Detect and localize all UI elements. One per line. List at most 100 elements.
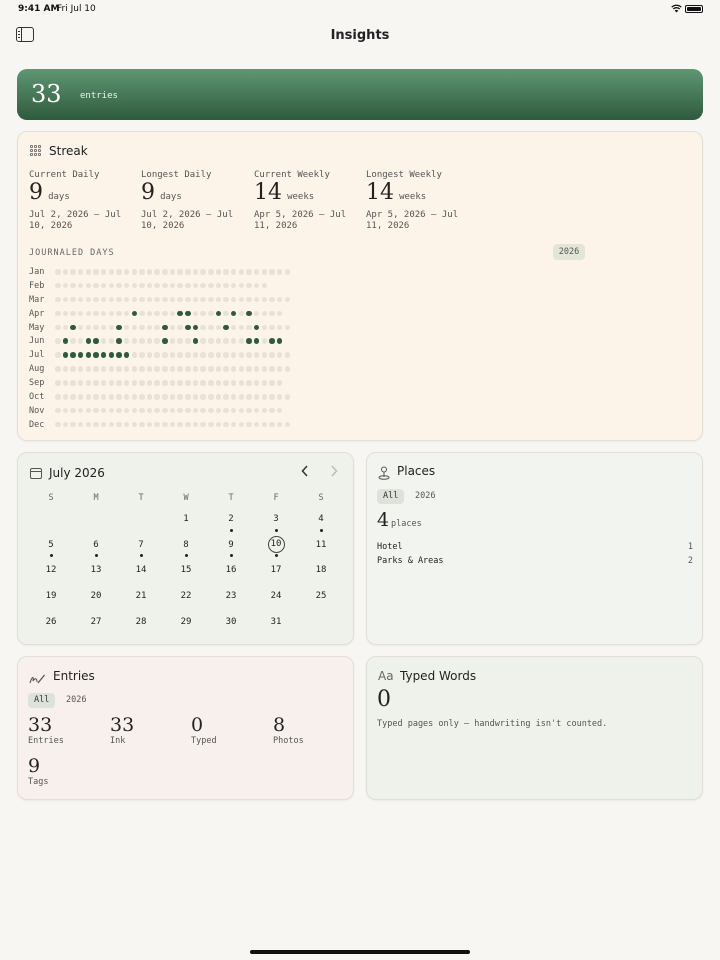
- day-dot: [77, 407, 84, 414]
- calendar-day[interactable]: 24: [266, 587, 286, 605]
- day-dot: [200, 310, 206, 317]
- calendar-day[interactable]: 2: [221, 510, 241, 528]
- day-dot: [185, 310, 191, 317]
- calendar-day[interactable]: 6: [86, 536, 106, 554]
- day-dot: [139, 394, 145, 400]
- calendar-day[interactable]: 30: [221, 613, 241, 631]
- day-dot: [192, 310, 199, 317]
- day-dot: [276, 296, 283, 303]
- calendar-day[interactable]: 23: [221, 587, 241, 605]
- day-dot: [100, 324, 107, 331]
- places-card: Places All 2026 4 places Hotel 1 Parks &…: [366, 452, 703, 645]
- day-dot: [93, 269, 99, 275]
- calendar-day[interactable]: 9: [221, 536, 241, 554]
- year-filter-chip[interactable]: 2026: [553, 244, 585, 260]
- filter-2026[interactable]: 2026: [60, 693, 92, 708]
- day-dot: [100, 310, 107, 317]
- day-dot: [269, 421, 275, 428]
- nav-bar: Insights: [0, 22, 720, 48]
- calendar-day[interactable]: 15: [176, 561, 196, 579]
- calendar-day[interactable]: 3: [266, 510, 286, 528]
- day-dot: [146, 296, 153, 303]
- day-dot: [77, 282, 84, 289]
- day-dot: [177, 269, 183, 275]
- day-dot: [215, 407, 222, 414]
- stat-value: 0: [191, 714, 204, 736]
- calendar-day[interactable]: 13: [86, 561, 106, 579]
- calendar-day[interactable]: 8: [176, 536, 196, 554]
- day-dot: [261, 421, 268, 428]
- place-row[interactable]: Hotel 1: [377, 542, 693, 552]
- day-dot: [108, 421, 115, 428]
- calendar-day[interactable]: 16: [221, 561, 241, 579]
- day-dot: [123, 366, 130, 372]
- calendar-day[interactable]: 21: [131, 587, 151, 605]
- day-dot: [284, 366, 290, 372]
- stat-value: 9: [28, 755, 41, 777]
- calendar-day[interactable]: 22: [176, 587, 196, 605]
- day-dot: [200, 296, 206, 303]
- filter-2026[interactable]: 2026: [409, 489, 441, 504]
- calendar-day[interactable]: 14: [131, 561, 151, 579]
- calendar-day[interactable]: 12: [41, 561, 61, 579]
- day-dot: [116, 394, 122, 400]
- calendar-day[interactable]: 29: [176, 613, 196, 631]
- calendar-day[interactable]: 31: [266, 613, 286, 631]
- day-dot: [261, 338, 268, 344]
- entry-marker: [229, 554, 233, 558]
- day-dot: [70, 296, 76, 303]
- calendar-day[interactable]: 1: [176, 510, 196, 528]
- day-dot: [208, 421, 214, 428]
- entry-marker: [139, 554, 143, 558]
- calendar-day[interactable]: 19: [41, 587, 61, 605]
- day-dot: [261, 380, 268, 386]
- calendar-day[interactable]: 11: [311, 536, 331, 554]
- day-dot: [238, 380, 245, 386]
- day-dot: [192, 269, 199, 275]
- day-dot: [116, 296, 122, 303]
- chevron-left-icon[interactable]: [301, 465, 309, 481]
- map-pin-icon: [378, 465, 390, 484]
- day-dot: [269, 310, 275, 317]
- calendar-day[interactable]: 5: [41, 536, 61, 554]
- day-dot: [276, 338, 283, 344]
- filter-all[interactable]: All: [377, 489, 405, 504]
- day-dot: [55, 380, 61, 386]
- calendar-day[interactable]: 7: [131, 536, 151, 554]
- stat-ink: 33 Ink: [110, 714, 134, 746]
- day-dot: [284, 324, 290, 331]
- day-dot: [139, 338, 145, 344]
- calendar-day[interactable]: 18: [311, 561, 331, 579]
- calendar-card: July 2026 S M T W T F S 1 2 3 4 5 6 7 8 9 10 11 12 13 14 15 16…: [17, 452, 354, 645]
- calendar-day[interactable]: 25: [311, 587, 331, 605]
- calendar-day[interactable]: 28: [131, 613, 151, 631]
- day-dot: [253, 352, 260, 358]
- chevron-right-icon[interactable]: [330, 465, 338, 481]
- day-dot: [131, 338, 137, 344]
- day-dot: [162, 366, 168, 372]
- day-dot: [162, 407, 168, 414]
- stat-current-weekly: Current Weekly 14 weeks Apr 5, 2026 – Ju…: [254, 170, 366, 232]
- calendar-day[interactable]: 10: [267, 536, 285, 554]
- filter-all[interactable]: All: [28, 693, 56, 708]
- day-dot: [62, 407, 69, 414]
- day-dot: [108, 338, 115, 344]
- stat-label: Tags: [28, 777, 49, 787]
- calendar-day[interactable]: 27: [86, 613, 106, 631]
- day-dot: [284, 421, 290, 428]
- places-title: Places: [397, 464, 436, 478]
- calendar-day[interactable]: 26: [41, 613, 61, 631]
- day-dot: [131, 324, 137, 331]
- day-dot: [131, 407, 137, 414]
- calendar-day[interactable]: 20: [86, 587, 106, 605]
- day-dot: [192, 407, 199, 414]
- day-dot: [62, 366, 69, 372]
- place-row[interactable]: Parks & Areas 2: [377, 556, 693, 566]
- calendar-day[interactable]: 17: [266, 561, 286, 579]
- stat-unit: weeks: [399, 192, 427, 202]
- day-dot: [123, 269, 130, 275]
- calendar-day[interactable]: 4: [311, 510, 331, 528]
- month-label: Jan: [29, 267, 45, 277]
- day-dot: [238, 310, 245, 317]
- day-dot: [154, 407, 160, 414]
